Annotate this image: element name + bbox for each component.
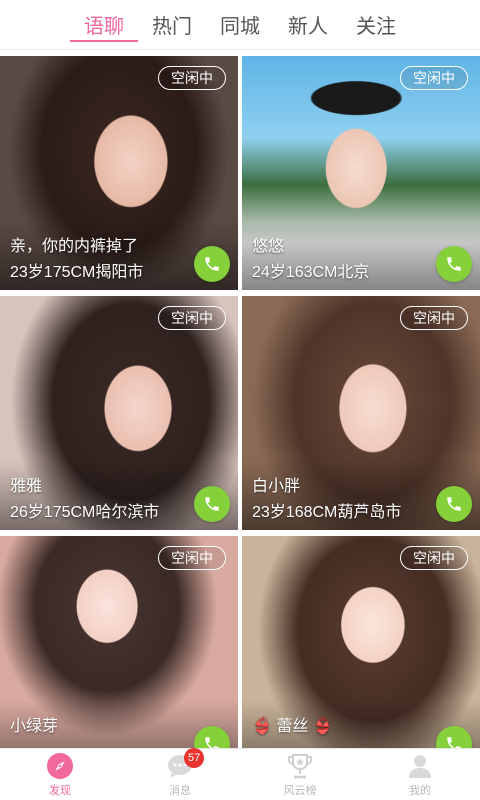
profile-nickname: 小绿芽 (10, 718, 59, 735)
profile-card[interactable]: 空闲中 👙 蕾丝 👙 (242, 536, 480, 748)
nav-discover[interactable]: 发现 (0, 749, 120, 800)
top-tab-bar: 语聊 热门 同城 新人 关注 (0, 0, 480, 50)
profile-info: 26岁175CM哈尔滨市 (10, 504, 160, 521)
nav-label: 发现 (49, 784, 71, 797)
profile-info: 23岁175CM揭阳市 (10, 264, 144, 281)
call-button[interactable] (436, 486, 472, 522)
profile-grid: 空闲中 亲，你的内裤掉了 23岁175CM揭阳市 空闲中 悠悠 24岁163CM… (0, 52, 480, 748)
call-button[interactable] (194, 246, 230, 282)
profile-info: 23岁168CM葫芦岛市 (252, 504, 402, 521)
phone-icon (447, 497, 461, 511)
profile-card[interactable]: 空闲中 小绿芽 (0, 536, 238, 748)
nav-leaderboard[interactable]: 风云榜 (240, 749, 360, 800)
profile-card[interactable]: 空闲中 白小胖 23岁168CM葫芦岛市 (242, 296, 480, 530)
trophy-icon (286, 752, 314, 780)
compass-icon (46, 752, 74, 780)
nav-label: 风云榜 (283, 784, 317, 797)
nav-profile[interactable]: 我的 (360, 749, 480, 800)
profile-nickname: 雅雅 (10, 478, 43, 495)
status-badge: 空闲中 (400, 66, 468, 90)
status-badge: 空闲中 (158, 66, 226, 90)
bottom-navigation: 发现 57 消息 风云榜 我的 (0, 747, 480, 800)
tab-newcomers[interactable]: 新人 (274, 0, 342, 50)
profile-nickname: 亲，你的内裤掉了 (10, 238, 139, 255)
phone-icon (205, 737, 219, 748)
status-badge: 空闲中 (158, 546, 226, 570)
profile-card[interactable]: 空闲中 悠悠 24岁163CM北京 (242, 56, 480, 290)
nav-label: 我的 (409, 784, 431, 797)
nav-messages[interactable]: 57 消息 (120, 747, 240, 800)
call-button[interactable] (194, 486, 230, 522)
phone-icon (205, 497, 219, 511)
profile-info: 24岁163CM北京 (252, 264, 370, 281)
profile-nickname: 白小胖 (252, 478, 301, 495)
profile-nickname: 👙 蕾丝 👙 (252, 718, 333, 735)
status-badge: 空闲中 (400, 546, 468, 570)
tab-following[interactable]: 关注 (342, 0, 410, 50)
status-badge: 空闲中 (158, 306, 226, 330)
profile-card[interactable]: 空闲中 雅雅 26岁175CM哈尔滨市 (0, 296, 238, 530)
status-badge: 空闲中 (400, 306, 468, 330)
phone-icon (205, 257, 219, 271)
tab-voice-chat[interactable]: 语聊 (70, 0, 138, 50)
chat-bubble-icon: 57 (166, 747, 205, 780)
unread-count-badge: 57 (184, 747, 205, 768)
tab-popular[interactable]: 热门 (138, 0, 206, 50)
user-icon (406, 752, 434, 780)
profile-card[interactable]: 空闲中 亲，你的内裤掉了 23岁175CM揭阳市 (0, 56, 238, 290)
profile-nickname: 悠悠 (252, 238, 285, 255)
call-button[interactable] (436, 246, 472, 282)
tab-nearby[interactable]: 同城 (206, 0, 274, 50)
phone-icon (447, 257, 461, 271)
phone-icon (447, 737, 461, 748)
nav-label: 消息 (169, 784, 191, 797)
